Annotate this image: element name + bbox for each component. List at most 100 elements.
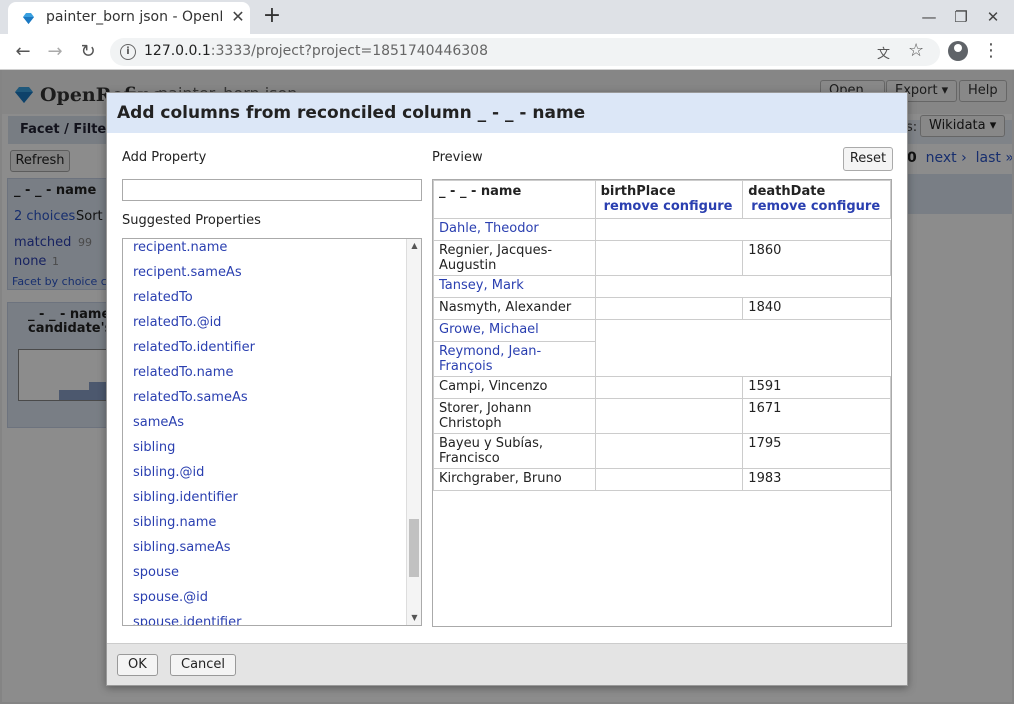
suggested-property-item[interactable]: relatedTo.name bbox=[133, 360, 255, 385]
suggested-property-item[interactable]: relatedTo bbox=[133, 285, 255, 310]
reset-button[interactable]: Reset bbox=[843, 147, 893, 171]
preview-row: Bayeu y Subías, Francisco 1795 bbox=[433, 433, 891, 469]
forward-icon[interactable]: → bbox=[43, 40, 67, 64]
suggested-property-item[interactable]: relatedTo.@id bbox=[133, 310, 255, 335]
restore-icon[interactable]: ❐ bbox=[949, 6, 973, 28]
suggested-properties-list[interactable]: recipent.name recipent.sameAs relatedTo rel… bbox=[122, 238, 422, 626]
suggested-property-item[interactable]: recipent.sameAs bbox=[133, 260, 255, 285]
translate-icon[interactable]: 文 bbox=[877, 43, 895, 62]
scroll-up-icon[interactable]: ▲ bbox=[407, 239, 421, 253]
preview-panel: _ - _ - name birthPlace remove configure… bbox=[432, 179, 892, 627]
col-header-birthplace: birthPlace remove configure bbox=[594, 180, 744, 219]
url-text: 127.0.0.1:3333/project?project=185174044… bbox=[144, 43, 488, 59]
openrefine-favicon-icon bbox=[23, 13, 34, 24]
ok-button[interactable]: OK bbox=[117, 654, 158, 676]
add-property-input[interactable] bbox=[122, 179, 422, 201]
preview-cell-birthplace bbox=[595, 342, 743, 377]
configure-birthplace-link[interactable]: configure bbox=[663, 199, 732, 214]
add-columns-dialog: Add columns from reconciled column _ - _… bbox=[106, 92, 908, 686]
suggested-property-item[interactable]: sibling bbox=[133, 435, 255, 460]
preview-row: Campi, Vincenzo 1591 bbox=[433, 376, 891, 399]
preview-body: Dahle, Theodor Regnier, Jacques-Augustin 1… bbox=[433, 218, 891, 491]
preview-cell-name[interactable]: Tansey, Mark bbox=[433, 275, 596, 298]
suggested-property-item[interactable]: sibling.sameAs bbox=[133, 535, 255, 560]
suggested-properties-label: Suggested Properties bbox=[122, 213, 261, 228]
configure-deathdate-link[interactable]: configure bbox=[811, 199, 880, 214]
account-icon[interactable] bbox=[948, 41, 968, 61]
preview-cell-deathdate: 1591 bbox=[742, 376, 891, 399]
preview-cell-birthplace bbox=[594, 297, 744, 320]
reload-icon[interactable]: ↻ bbox=[76, 40, 100, 64]
preview-row: Nasmyth, Alexander 1840 bbox=[433, 297, 891, 320]
scrollbar-thumb[interactable] bbox=[409, 519, 419, 577]
suggested-property-item[interactable]: spouse bbox=[133, 560, 255, 585]
preview-label: Preview bbox=[432, 150, 483, 165]
preview-cell-name[interactable]: Growe, Michael bbox=[433, 319, 596, 342]
preview-row: Growe, Michael bbox=[433, 319, 891, 342]
bookmark-star-icon[interactable]: ☆ bbox=[908, 40, 924, 61]
minimize-icon[interactable]: — bbox=[917, 6, 941, 28]
window-close-icon[interactable]: ✕ bbox=[981, 6, 1005, 28]
preview-cell-deathdate: 1840 bbox=[742, 297, 891, 320]
cancel-button[interactable]: Cancel bbox=[170, 654, 237, 676]
dialog-footer: OK Cancel bbox=[107, 643, 907, 685]
preview-cell-birthplace bbox=[595, 276, 743, 298]
suggested-property-item[interactable]: sibling.@id bbox=[133, 460, 255, 485]
address-bar[interactable]: i 127.0.0.1:3333/project?project=1851740… bbox=[110, 38, 940, 66]
preview-cell-deathdate bbox=[743, 320, 891, 342]
preview-row: Tansey, Mark bbox=[433, 275, 891, 298]
suggested-property-item[interactable]: sibling.identifier bbox=[133, 485, 255, 510]
tab-title: painter_born json - OpenRefine bbox=[46, 9, 222, 25]
suggested-list-items: recipent.name recipent.sameAs relatedTo rel… bbox=[133, 239, 255, 625]
suggested-property-item[interactable]: spouse.@id bbox=[133, 585, 255, 610]
preview-row: Dahle, Theodor bbox=[433, 218, 891, 241]
preview-cell-deathdate bbox=[743, 276, 891, 298]
preview-cell-name: Storer, Johann Christoph bbox=[433, 398, 596, 434]
preview-header-row: _ - _ - name birthPlace remove configure… bbox=[433, 180, 891, 219]
preview-cell-name: Kirchgraber, Bruno bbox=[433, 468, 596, 491]
suggested-property-item[interactable]: sibling.name bbox=[133, 510, 255, 535]
preview-cell-birthplace bbox=[595, 320, 743, 342]
preview-cell-birthplace bbox=[594, 468, 744, 491]
preview-cell-deathdate: 1671 bbox=[742, 398, 891, 434]
preview-cell-name: Campi, Vincenzo bbox=[433, 376, 596, 399]
preview-cell-deathdate: 1860 bbox=[742, 240, 891, 276]
preview-cell-name[interactable]: Dahle, Theodor bbox=[433, 218, 596, 241]
preview-cell-name: Nasmyth, Alexander bbox=[433, 297, 596, 320]
remove-deathdate-link[interactable]: remove bbox=[751, 199, 806, 214]
preview-cell-name: Regnier, Jacques-Augustin bbox=[433, 240, 596, 276]
browser-tab[interactable]: painter_born json - OpenRefine ✕ bbox=[8, 2, 250, 34]
suggested-property-item[interactable]: relatedTo.sameAs bbox=[133, 385, 255, 410]
suggested-scrollbar[interactable]: ▲ ▼ bbox=[406, 239, 421, 625]
browser-tab-strip: painter_born json - OpenRefine ✕ + — ❐ ✕ bbox=[0, 0, 1014, 34]
preview-cell-birthplace bbox=[594, 240, 744, 276]
suggested-property-item[interactable]: spouse.identifier bbox=[133, 610, 255, 625]
suggested-property-item[interactable]: recipent.name bbox=[133, 239, 255, 260]
preview-cell-birthplace bbox=[594, 376, 744, 399]
preview-cell-birthplace bbox=[594, 433, 744, 469]
remove-birthplace-link[interactable]: remove bbox=[604, 199, 659, 214]
site-info-icon[interactable]: i bbox=[120, 44, 136, 60]
browser-toolbar: ← → ↻ i 127.0.0.1:3333/project?project=1… bbox=[0, 34, 1014, 70]
preview-row: Storer, Johann Christoph 1671 bbox=[433, 398, 891, 434]
preview-cell-birthplace bbox=[594, 398, 744, 434]
scroll-down-icon[interactable]: ▼ bbox=[407, 611, 421, 625]
preview-row: Regnier, Jacques-Augustin 1860 bbox=[433, 240, 891, 276]
dialog-header: Add columns from reconciled column _ - _… bbox=[107, 93, 907, 133]
preview-cell-name[interactable]: Reymond, Jean-François bbox=[433, 341, 596, 377]
back-icon[interactable]: ← bbox=[11, 40, 35, 64]
preview-cell-deathdate: 1983 bbox=[742, 468, 891, 491]
dialog-title: Add columns from reconciled column _ - _… bbox=[117, 103, 586, 123]
preview-cell-name: Bayeu y Subías, Francisco bbox=[433, 433, 596, 469]
preview-table: _ - _ - name birthPlace remove configure… bbox=[433, 180, 891, 491]
new-tab-icon[interactable]: + bbox=[259, 4, 285, 30]
suggested-property-item[interactable]: sameAs bbox=[133, 410, 255, 435]
preview-row: Reymond, Jean-François bbox=[433, 341, 891, 377]
col-header-deathdate: deathDate remove configure bbox=[742, 180, 891, 219]
preview-cell-deathdate bbox=[743, 342, 891, 377]
preview-cell-deathdate bbox=[743, 219, 891, 241]
tab-close-icon[interactable]: ✕ bbox=[228, 7, 248, 27]
browser-menu-icon[interactable]: ⋮ bbox=[982, 41, 1000, 63]
suggested-property-item[interactable]: relatedTo.identifier bbox=[133, 335, 255, 360]
preview-row: Kirchgraber, Bruno 1983 bbox=[433, 468, 891, 491]
